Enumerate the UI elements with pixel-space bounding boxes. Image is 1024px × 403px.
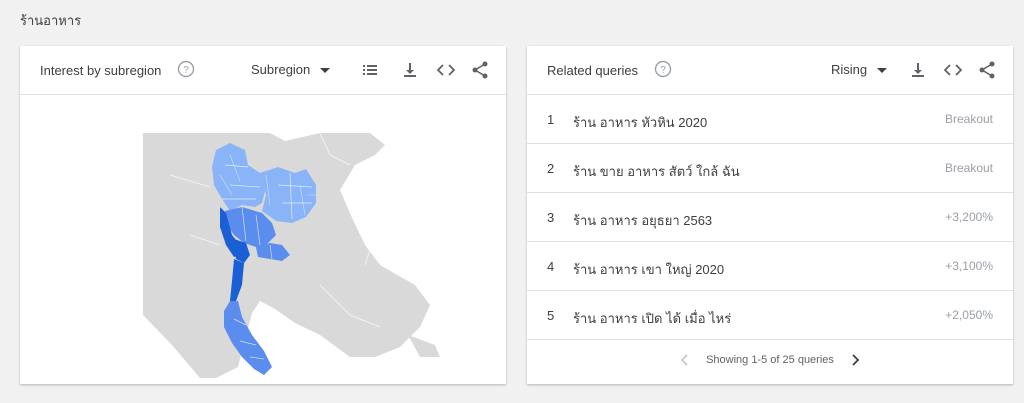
download-icon[interactable] [400,60,420,80]
svg-text:?: ? [183,65,189,76]
download-icon[interactable] [908,60,928,80]
thailand-map[interactable] [20,95,506,384]
chevron-right-icon[interactable] [847,352,863,368]
related-queries-card: Related queries ? Rising 1 ร้าน อาหาร หั… [527,46,1013,384]
share-icon[interactable] [470,60,490,80]
subregion-dropdown[interactable]: Subregion [251,62,331,77]
query-row[interactable]: 5 ร้าน อาหาร เปิด ได้ เมื่อ ไหร่ +2,050% [527,291,1013,340]
card-header: Interest by subregion ? Subregion [20,46,506,95]
card-header: Related queries ? Rising [527,46,1013,95]
card-title: Interest by subregion [40,63,162,78]
query-rank: 3 [547,210,555,225]
help-icon[interactable]: ? [177,60,195,78]
query-value: +2,050% [945,308,993,322]
pagination-label: Showing 1-5 of 25 queries [706,353,834,366]
rising-dropdown[interactable]: Rising [831,62,888,77]
query-row[interactable]: 1 ร้าน อาหาร หัวหิน 2020 Breakout [527,95,1013,144]
surrounding-land [408,335,440,357]
query-row[interactable]: 3 ร้าน อาหาร อยุธยา 2563 +3,200% [527,193,1013,242]
query-rank: 4 [547,259,555,274]
dropdown-label: Rising [831,62,868,77]
query-rank: 2 [547,161,555,176]
query-rank: 5 [547,308,555,323]
interest-by-subregion-card: Interest by subregion ? Subregion [20,46,506,384]
pagination: Showing 1-5 of 25 queries [527,352,1013,368]
embed-icon[interactable] [943,60,963,80]
query-rank: 1 [547,112,555,127]
caret-down-icon [320,68,331,74]
query-value: Breakout [944,161,993,175]
query-value: +3,200% [945,210,993,224]
query-row[interactable]: 2 ร้าน ขาย อาหาร สัตว์ ใกล้ ฉัน Breakout [527,144,1013,193]
query-text[interactable]: ร้าน อาหาร อยุธยา 2563 [573,210,712,231]
chevron-left-icon[interactable] [677,352,693,368]
help-icon[interactable]: ? [654,60,672,78]
page-title: ร้านอาหาร [20,13,82,28]
list-icon[interactable] [360,60,380,80]
query-text[interactable]: ร้าน อาหาร หัวหิน 2020 [573,112,707,133]
embed-icon[interactable] [436,60,456,80]
dropdown-label: Subregion [251,62,311,77]
query-text[interactable]: ร้าน ขาย อาหาร สัตว์ ใกล้ ฉัน [573,161,740,182]
card-title: Related queries [547,63,639,78]
share-icon[interactable] [977,60,997,80]
caret-down-icon [877,68,888,74]
svg-text:?: ? [660,65,666,76]
query-text[interactable]: ร้าน อาหาร เปิด ได้ เมื่อ ไหร่ [573,308,731,329]
query-value: Breakout [944,112,993,126]
query-row[interactable]: 4 ร้าน อาหาร เขา ใหญ่ 2020 +3,100% [527,242,1013,291]
query-text[interactable]: ร้าน อาหาร เขา ใหญ่ 2020 [573,259,724,280]
query-value: +3,100% [945,259,993,273]
